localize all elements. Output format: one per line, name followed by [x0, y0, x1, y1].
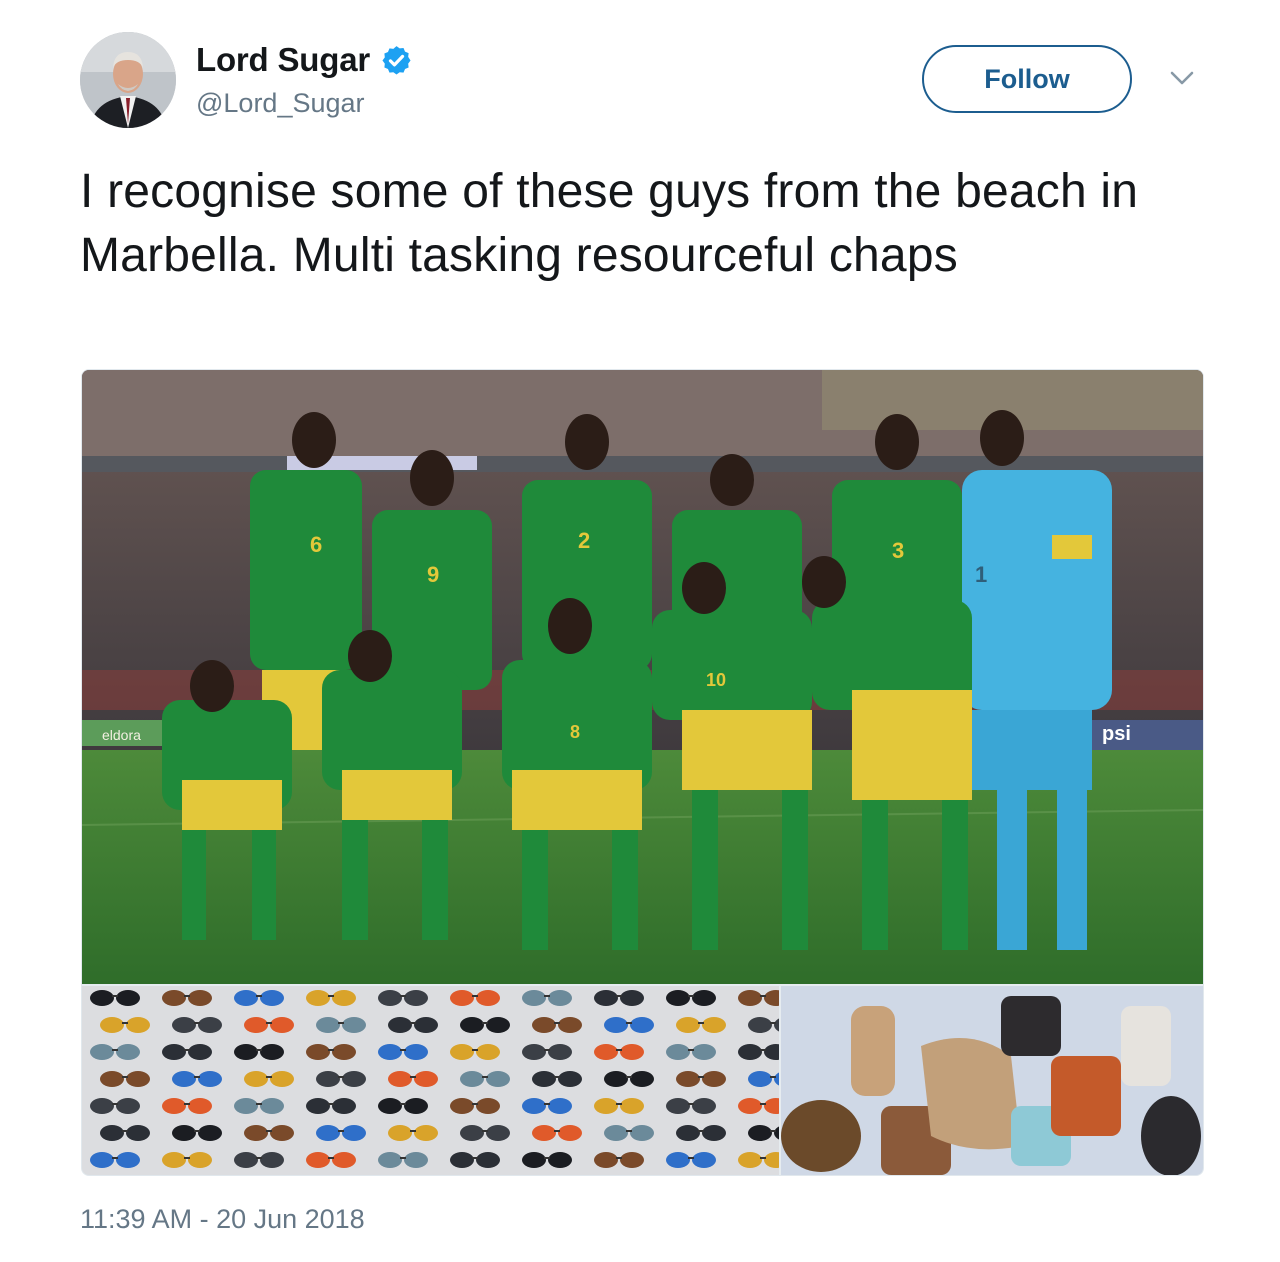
tweet-text: I recognise some of these guys from the …: [80, 165, 1139, 282]
sunglasses-item: [738, 1044, 779, 1060]
display-name[interactable]: Lord Sugar: [196, 41, 370, 79]
sunglasses-item: [738, 990, 779, 1006]
media-grid[interactable]: eldora psi 6 9 2 3 1 8 10: [81, 369, 1204, 1176]
jersey-number: 2: [578, 528, 590, 553]
jersey-number: 9: [427, 562, 439, 587]
handbags-photo[interactable]: [781, 986, 1203, 1175]
jersey-number: 8: [570, 722, 580, 742]
verified-badge-icon: [382, 45, 411, 75]
user-handle[interactable]: @Lord_Sugar: [196, 88, 365, 119]
jersey-number: 3: [892, 538, 904, 563]
author-name-row: Lord Sugar: [196, 38, 413, 82]
avatar[interactable]: [80, 32, 176, 128]
jersey-number: 1: [975, 562, 987, 587]
board-text-right: psi: [1102, 723, 1131, 745]
chevron-down-icon[interactable]: [1168, 68, 1196, 88]
sunglasses-photo[interactable]: [82, 986, 779, 1175]
board-text-left: eldora: [102, 727, 141, 743]
tweet-card: Lord Sugar @Lord_Sugar Follow I recognis…: [0, 0, 1280, 1262]
team-photo[interactable]: eldora psi 6 9 2 3 1 8 10: [82, 370, 1203, 984]
sunglasses-item: [738, 1152, 779, 1168]
sunglasses-item: [738, 1098, 779, 1114]
jersey-number: 6: [310, 532, 322, 557]
tweet-timestamp[interactable]: 11:39 AM - 20 Jun 2018: [80, 1204, 365, 1235]
follow-button[interactable]: Follow: [922, 45, 1132, 113]
jersey-number: 10: [706, 670, 726, 690]
